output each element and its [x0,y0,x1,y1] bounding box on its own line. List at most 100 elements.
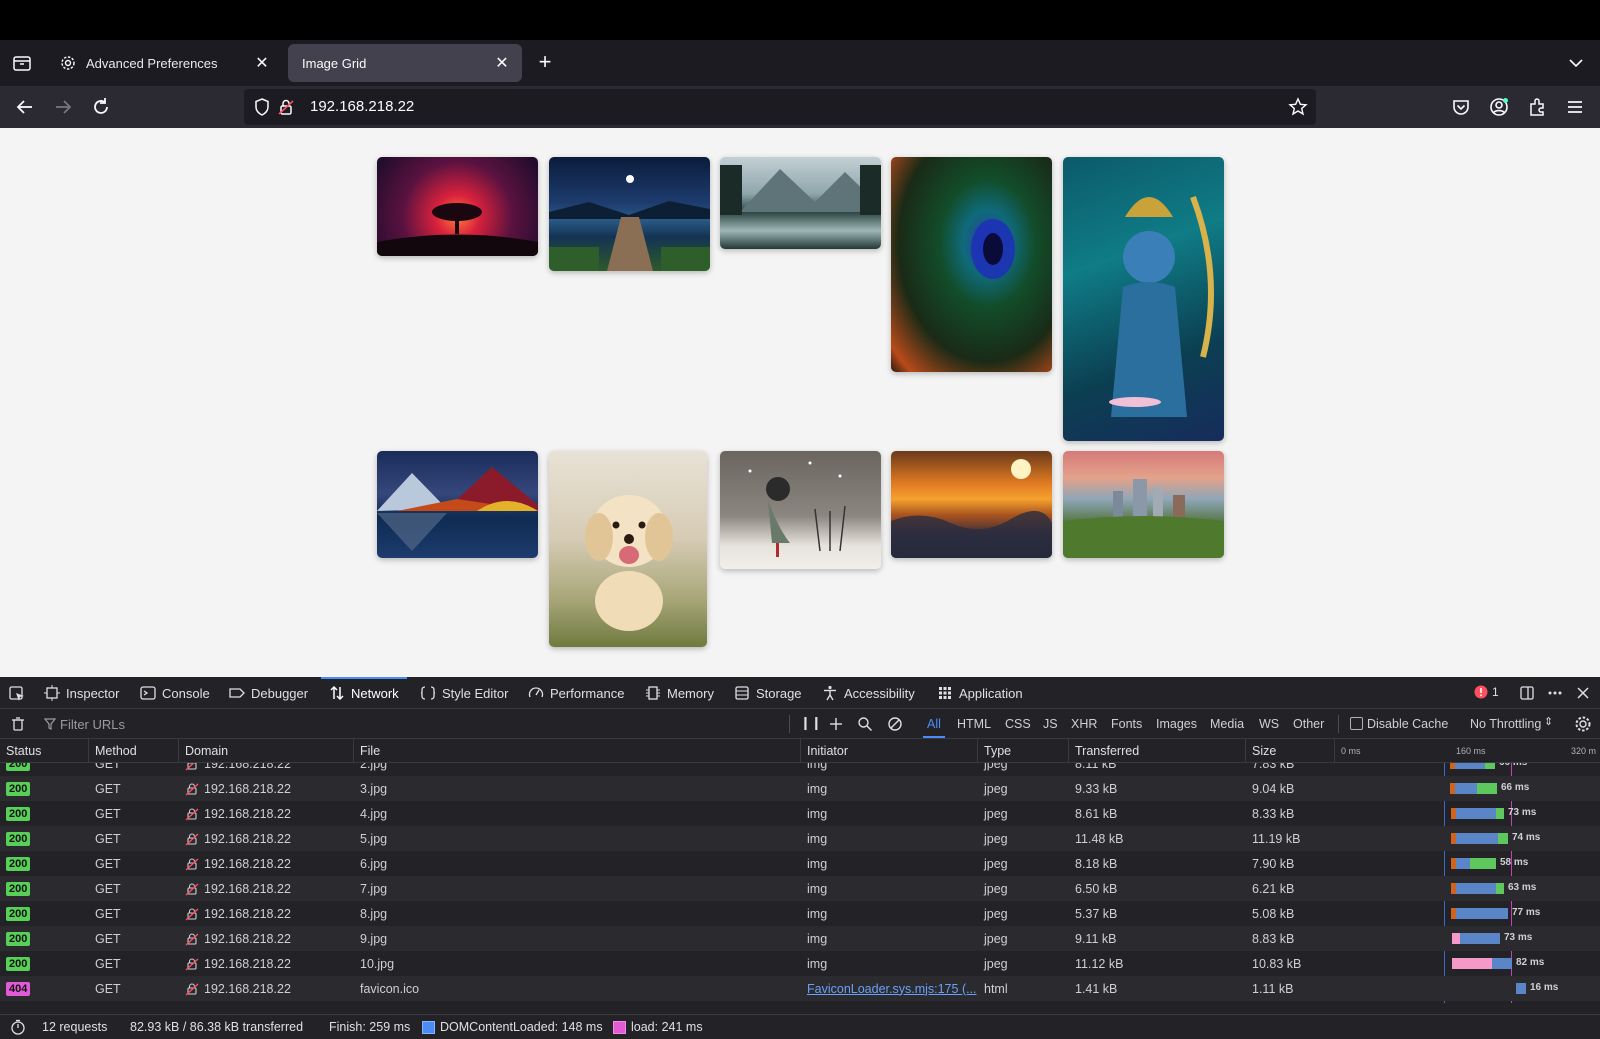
add-request-icon[interactable] [828,716,844,732]
tab-console[interactable]: Console [140,677,210,709]
error-counter[interactable]: 1 [1474,685,1499,699]
hamburger-menu-icon[interactable] [1564,96,1586,118]
filter-html[interactable]: HTML [957,717,991,731]
filter-js[interactable]: JS [1043,717,1058,731]
column-method[interactable]: Method [89,739,178,762]
tab-memory[interactable]: Memory [645,677,714,709]
timer-icon[interactable] [10,1019,26,1035]
tab-inspector[interactable]: Inspector [44,677,119,709]
chevron-down-icon[interactable] [1566,53,1586,73]
trash-icon[interactable] [10,716,26,732]
initiator-cell: img [801,776,977,801]
initiator-cell: img [801,826,977,851]
lake-pier-moon-image[interactable] [549,157,710,271]
waterfall-bar-connecting [1456,883,1496,894]
sunset-tree-image[interactable] [377,157,538,256]
filter-media[interactable]: Media [1210,717,1244,731]
request-row[interactable]: 404 GET 192.168.218.22 favicon.ico FaviconLo… [0,976,1600,1001]
extensions-puzzle-icon[interactable] [1526,96,1548,118]
sunrise-clouds-image[interactable] [891,451,1052,558]
tab-performance[interactable]: Performance [528,677,624,709]
filter-urls-input[interactable]: Filter URLs [60,717,125,732]
column-file[interactable]: File [354,739,800,762]
request-row[interactable]: 200 GET 192.168.218.22 3.jpg img jpeg 9.33 kB 9… [0,776,1600,801]
more-options-icon[interactable] [1547,685,1563,701]
status-badge: 404 [6,981,31,996]
settings-gear-icon[interactable] [1574,715,1592,733]
krishna-painting-image[interactable] [1063,157,1224,441]
new-tab-button[interactable]: + [532,50,558,76]
filter-images[interactable]: Images [1156,717,1197,731]
request-row[interactable]: 200 GET 192.168.218.22 8.jpg img jpeg 5.37 kB 5… [0,901,1600,926]
filter-fonts[interactable]: Fonts [1111,717,1142,731]
element-picker-icon[interactable] [8,685,26,703]
request-row[interactable]: 200 GET 192.168.218.22 7.jpg img jpeg 6.50 kB 6… [0,876,1600,901]
type-cell: jpeg [984,806,1008,821]
shield-icon[interactable] [252,97,272,117]
column-type[interactable]: Type [978,739,1068,762]
filter-xhr[interactable]: XHR [1071,717,1097,731]
request-row[interactable]: 200 GET 192.168.218.22 9.jpg img jpeg 9.11 kB 8… [0,926,1600,951]
insecure-lock-icon[interactable] [276,97,296,117]
request-row[interactable]: 200 GET 192.168.218.22 4.jpg img jpeg 8.61 kB 8… [0,801,1600,826]
initiator-text: img [807,781,828,796]
column-size[interactable]: Size [1246,739,1334,762]
column-domain[interactable]: Domain [179,739,353,762]
search-icon[interactable] [857,716,873,732]
filter-css[interactable]: CSS [1005,717,1031,731]
request-row[interactable]: 200 GET 192.168.218.22 2.jpg img jpeg 8.11 kB 7… [0,763,1600,776]
filter-other[interactable]: Other [1293,717,1324,731]
city-skyline-image[interactable] [1063,451,1224,558]
status-cell: 200 [0,926,88,951]
reload-icon[interactable] [90,96,112,118]
account-icon[interactable] [1488,96,1510,118]
girl-snow-illustration-image[interactable] [720,451,881,569]
pause-icon[interactable]: ❙❙ [800,715,822,731]
tab-image-grid[interactable]: Image Grid ✕ [288,44,522,82]
golden-puppy-image[interactable] [549,451,707,647]
disable-cache-checkbox[interactable] [1350,717,1363,730]
tab-label: Advanced Preferences [86,55,218,71]
request-row[interactable]: 200 GET 192.168.218.22 10.jpg img jpeg 11.12 k… [0,951,1600,976]
network-arrows-icon [330,685,344,701]
column-transferred[interactable]: Transferred [1069,739,1245,762]
file-cell: favicon.ico [360,981,420,996]
filter-all[interactable]: All [923,717,945,738]
type-cell: html [984,981,1008,996]
close-tab-icon[interactable]: ✕ [254,53,270,73]
domain-text: 192.168.218.22 [204,831,291,846]
url-bar[interactable]: 192.168.218.22 [244,89,1316,125]
tab-storage[interactable]: Storage [734,677,802,709]
block-icon[interactable] [887,716,903,732]
column-status[interactable]: Status [0,739,88,762]
method-cell: GET [95,956,121,971]
initiator-text[interactable]: FaviconLoader.sys.mjs:175 (... [807,982,977,996]
domcontentloaded-swatch [422,1021,435,1034]
accessibility-icon [824,685,836,701]
tab-advanced-preferences[interactable]: Advanced Preferences ✕ [48,44,282,82]
mountain-reflection-image[interactable] [377,451,538,558]
column-initiator[interactable]: Initiator [801,739,977,762]
request-row[interactable]: 200 GET 192.168.218.22 6.jpg img jpeg 8.18 kB 7… [0,851,1600,876]
method-cell: GET [95,981,121,996]
request-row[interactable]: 200 GET 192.168.218.22 5.jpg img jpeg 11.48 kB… [0,826,1600,851]
close-tab-icon[interactable]: ✕ [494,53,510,73]
tab-style-editor[interactable]: Style Editor [420,677,508,709]
firefox-view-icon[interactable] [12,53,32,73]
waterfall-bar-connecting [1460,933,1500,944]
dock-toggle-icon[interactable] [1519,685,1535,701]
pocket-icon[interactable] [1450,96,1472,118]
peacock-feather-image[interactable] [891,157,1052,372]
throttling-select[interactable]: No Throttling [1470,717,1541,731]
tab-debugger[interactable]: Debugger [229,677,308,709]
tab-network[interactable]: Network [321,677,407,709]
tab-application[interactable]: Application [937,677,1023,709]
url-text[interactable]: 192.168.218.22 [310,98,414,115]
bookmark-star-icon[interactable] [1288,97,1308,117]
forward-arrow-icon[interactable] [52,96,74,118]
filter-ws[interactable]: WS [1259,717,1279,731]
close-devtools-icon[interactable] [1575,685,1591,701]
back-arrow-icon[interactable] [14,96,36,118]
tab-accessibility[interactable]: Accessibility [822,677,915,709]
mountain-lake-image[interactable] [720,157,881,249]
